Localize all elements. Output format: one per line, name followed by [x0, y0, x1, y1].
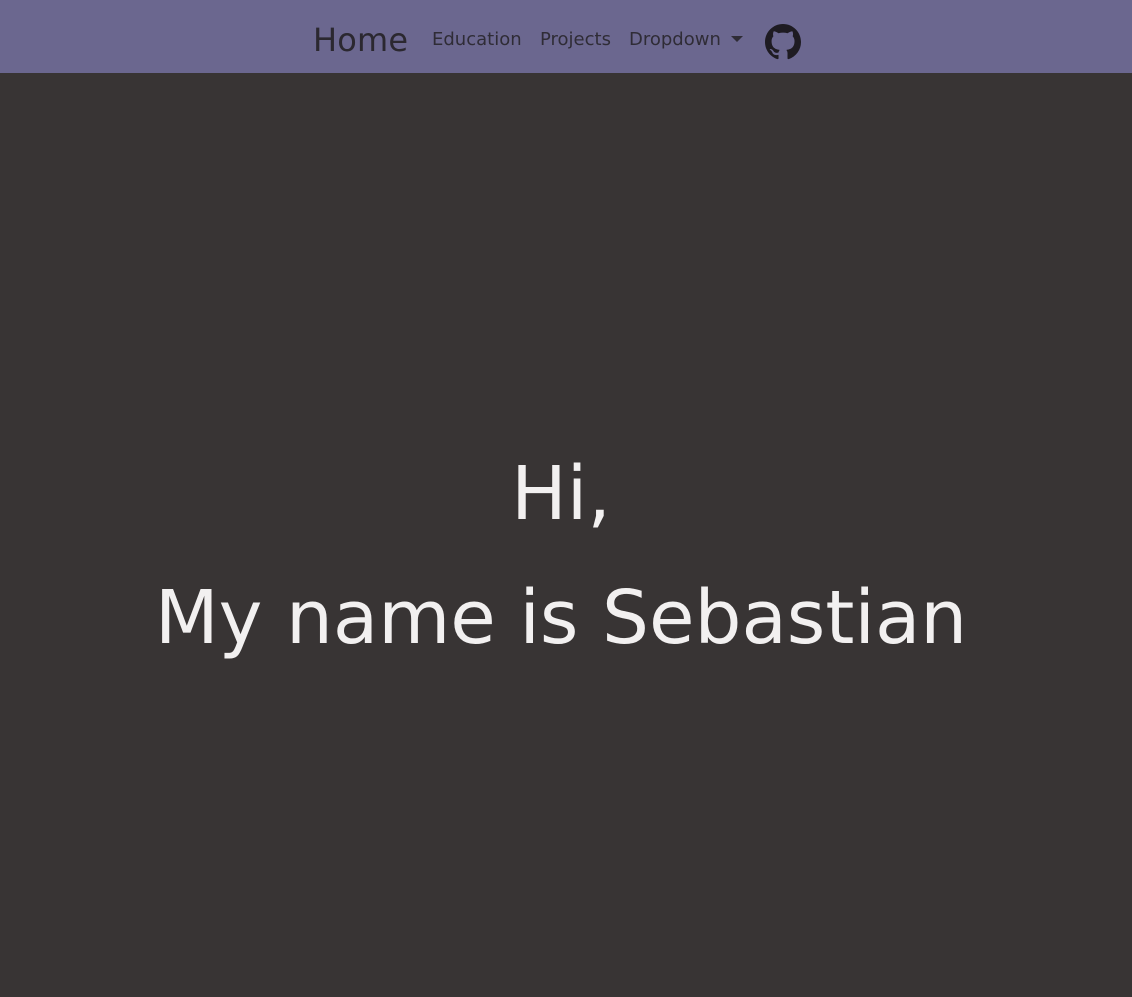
github-icon — [765, 24, 801, 60]
home-brand-link[interactable]: Home — [313, 20, 408, 60]
nav-dropdown-label: Dropdown — [629, 29, 721, 50]
hero-section: Hi, My name is Sebastian — [0, 73, 1132, 997]
nav-link-education[interactable]: Education — [432, 28, 522, 52]
hero-greeting: Hi, — [511, 451, 611, 537]
caret-down-icon — [730, 36, 743, 42]
nav-link-projects[interactable]: Projects — [540, 28, 611, 52]
hero-name-line: My name is Sebastian — [154, 575, 968, 661]
github-link[interactable] — [765, 24, 801, 60]
navbar: Home Education Projects Dropdown — [0, 0, 1132, 73]
nav-dropdown-toggle[interactable]: Dropdown — [629, 28, 743, 52]
